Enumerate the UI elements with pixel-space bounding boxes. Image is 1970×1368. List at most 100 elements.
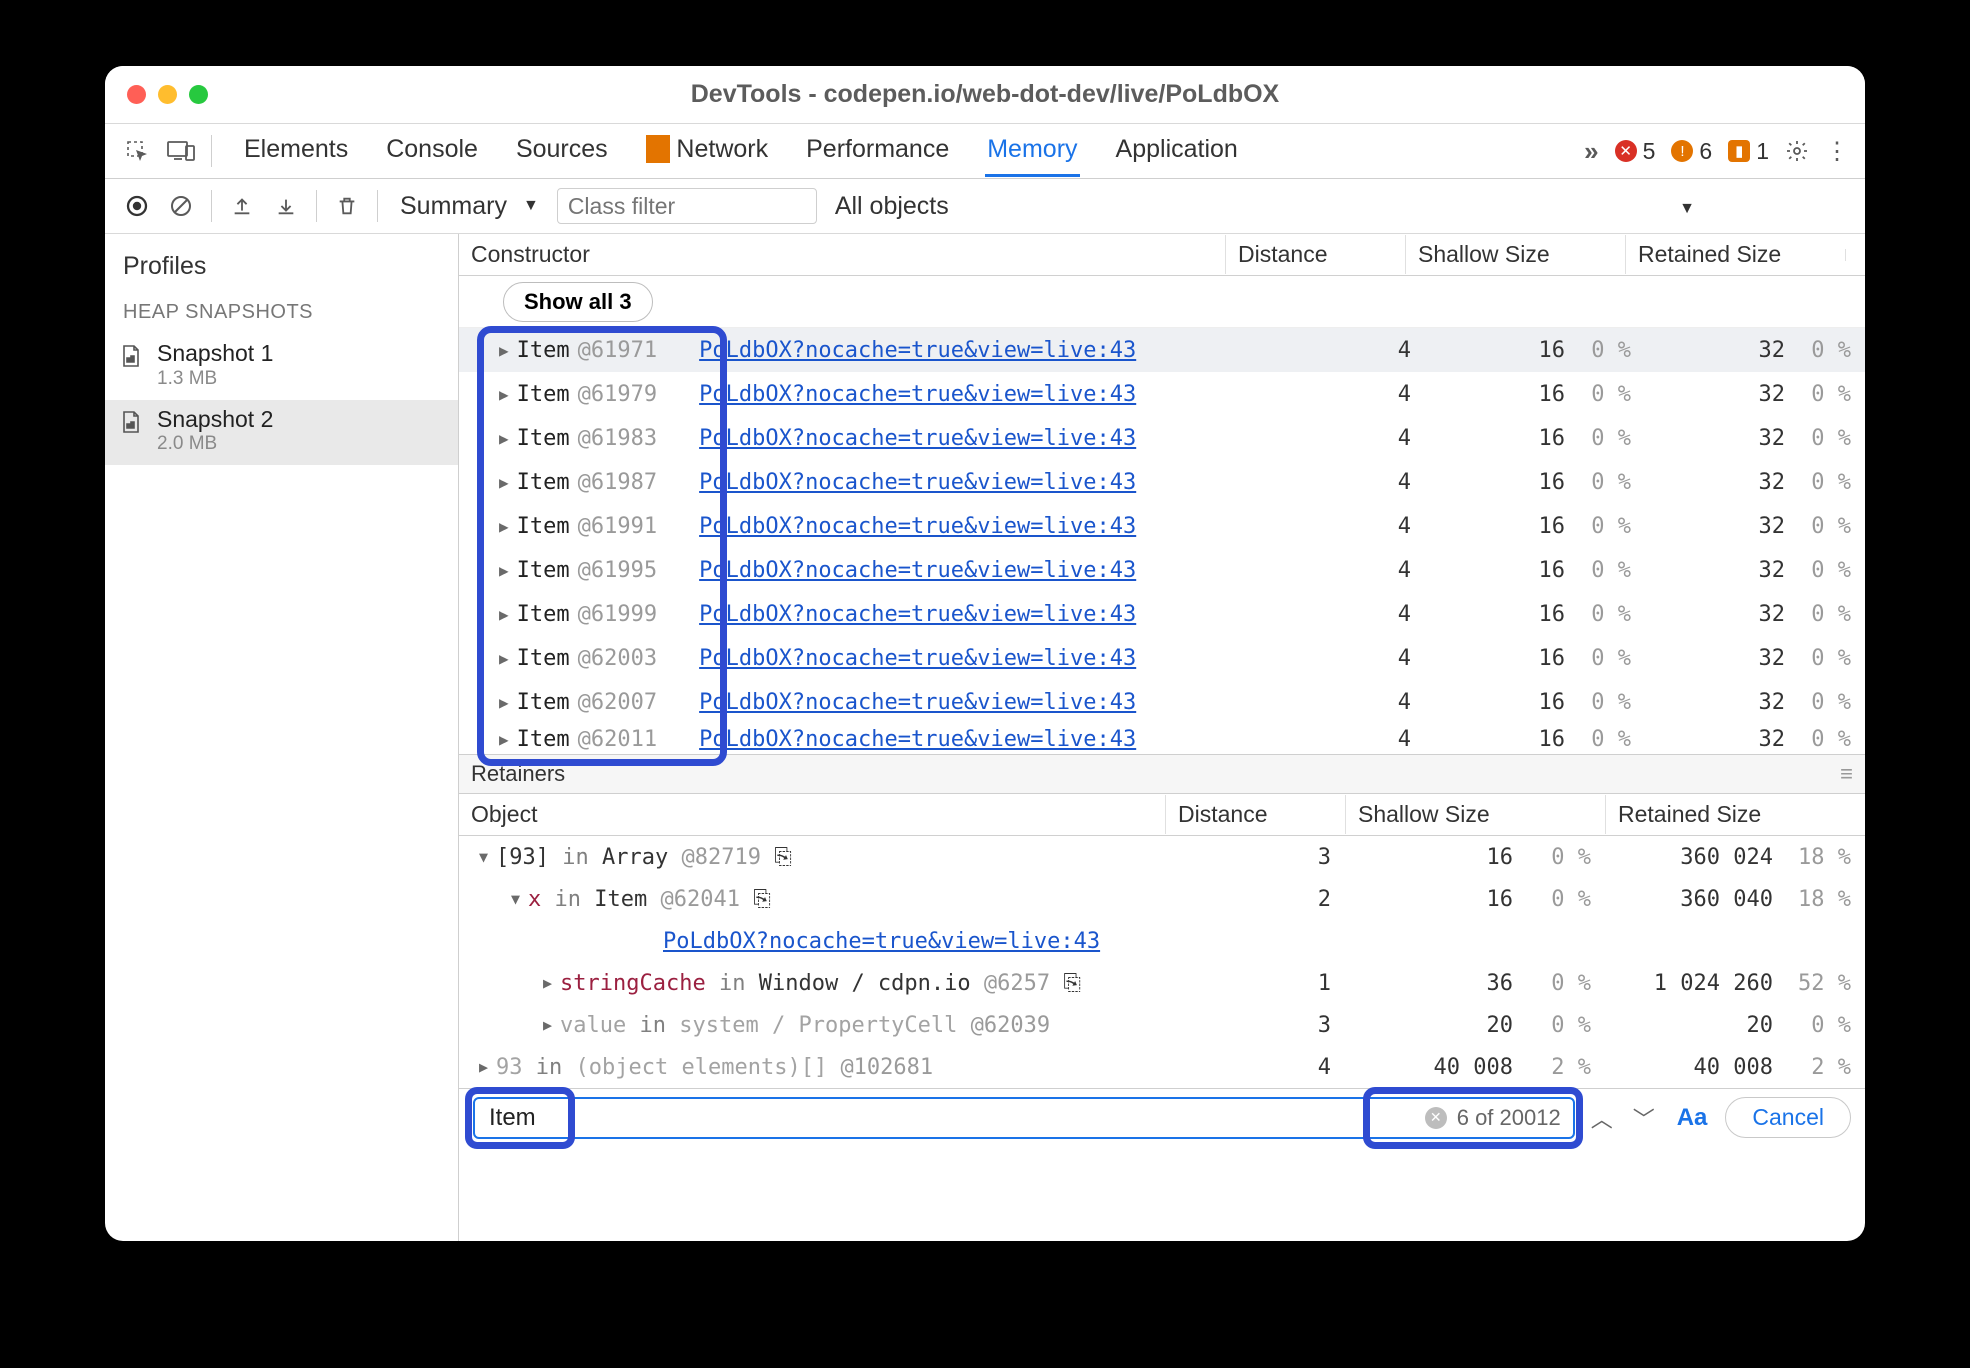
retainer-text: 93 in (object elements)[] @102681 (496, 1055, 933, 1080)
expand-icon[interactable]: ▼ (479, 848, 488, 866)
snapshot-item[interactable]: Snapshot 1 1.3 MB (105, 334, 458, 400)
ret-retained: 1 024 26052 % (1605, 971, 1865, 996)
source-link[interactable]: PoLdbOX?nocache=true&view=live:43 (699, 558, 1136, 583)
window-controls (127, 85, 208, 104)
ret-distance: 3 (1165, 1013, 1345, 1038)
download-icon[interactable] (264, 186, 308, 226)
device-toggle-icon[interactable] (159, 131, 203, 171)
snapshot-size: 2.0 MB (157, 433, 273, 455)
show-all-button[interactable]: Show all 3 (503, 282, 653, 322)
minimize-window-button[interactable] (158, 85, 177, 104)
row-retained: 320 % (1645, 338, 1865, 363)
search-next-icon[interactable]: ﹀ (1629, 1100, 1659, 1136)
more-tabs-icon[interactable]: » (1584, 136, 1598, 167)
retainer-text: value in system / PropertyCell @62039 (560, 1013, 1050, 1038)
issues-count[interactable]: ▮1 (1728, 138, 1769, 165)
tab-network[interactable]: ▲Network (644, 125, 770, 177)
search-input[interactable] (473, 1097, 1575, 1139)
row-retained: 320 % (1645, 690, 1865, 715)
snapshot-name: Snapshot 2 (157, 406, 273, 434)
expand-icon[interactable]: ▶ (543, 974, 552, 992)
more-icon[interactable]: ⋮ (1825, 137, 1849, 166)
ret-shallow: 40 0082 % (1345, 1055, 1605, 1080)
all-objects-dropdown[interactable]: All objects (835, 192, 949, 221)
delete-icon[interactable] (325, 186, 369, 226)
source-link[interactable]: PoLdbOX?nocache=true&view=live:43 (699, 514, 1136, 539)
source-link[interactable]: PoLdbOX?nocache=true&view=live:43 (699, 690, 1136, 715)
inspect-icon[interactable] (115, 131, 159, 171)
tab-console[interactable]: Console (384, 125, 480, 177)
clear-search-icon[interactable]: ✕ (1425, 1107, 1447, 1129)
warning-count[interactable]: !6 (1671, 138, 1712, 165)
ret-retained: 360 02418 % (1605, 845, 1865, 870)
snapshot-size: 1.3 MB (157, 368, 273, 390)
row-shallow: 160 % (1425, 727, 1645, 752)
ret-retained: 200 % (1605, 1013, 1865, 1038)
ret-shallow: 160 % (1345, 887, 1605, 912)
row-shallow: 160 % (1425, 646, 1645, 671)
tab-elements[interactable]: Elements (242, 125, 350, 177)
source-link[interactable]: PoLdbOX?nocache=true&view=live:43 (699, 338, 1136, 363)
show-all-row: Show all 3 (459, 276, 1865, 328)
summary-dropdown[interactable]: Summary▼ (396, 192, 539, 221)
tab-performance[interactable]: Performance (804, 125, 951, 177)
record-icon[interactable] (115, 186, 159, 226)
retainers-menu-icon[interactable]: ≡ (1840, 761, 1853, 787)
expand-icon[interactable]: ▶ (543, 1016, 552, 1034)
row-shallow: 160 % (1425, 338, 1645, 363)
clear-icon[interactable] (159, 186, 203, 226)
source-link[interactable]: PoLdbOX?nocache=true&view=live:43 (699, 602, 1136, 627)
retainer-row[interactable]: ▶ stringCache in Window / cdpn.io @6257 … (459, 962, 1865, 1004)
class-filter-input[interactable] (557, 188, 817, 224)
col-object[interactable]: Object (459, 795, 1165, 834)
row-retained: 320 % (1645, 382, 1865, 407)
error-count[interactable]: ✕5 (1615, 138, 1656, 165)
source-link[interactable]: PoLdbOX?nocache=true&view=live:43 (699, 470, 1136, 495)
expand-icon[interactable]: ▶ (479, 1058, 488, 1076)
ret-retained: 40 0082 % (1605, 1055, 1865, 1080)
source-link[interactable]: PoLdbOX?nocache=true&view=live:43 (699, 382, 1136, 407)
snapshot-icon (119, 406, 143, 434)
match-case-toggle[interactable]: Aa (1671, 1104, 1714, 1132)
row-shallow: 160 % (1425, 690, 1645, 715)
search-prev-icon[interactable]: ︿ (1587, 1100, 1617, 1136)
col-rdist[interactable]: Distance (1165, 795, 1345, 834)
constructor-columns: Constructor Distance Shallow Size Retain… (459, 234, 1865, 276)
retainer-row[interactable]: ▶ 93 in (object elements)[] @102681 4 40… (459, 1046, 1865, 1088)
tab-sources[interactable]: Sources (514, 125, 610, 177)
all-objects-chevron-icon[interactable]: ▼ (1679, 200, 1695, 217)
expand-icon[interactable]: ▼ (511, 890, 520, 908)
ret-shallow: 160 % (1345, 845, 1605, 870)
tab-application[interactable]: Application (1114, 125, 1240, 177)
col-retained[interactable]: Retained Size (1625, 235, 1845, 274)
col-distance[interactable]: Distance (1225, 235, 1405, 274)
tab-memory[interactable]: Memory (985, 125, 1079, 177)
row-distance: 4 (1245, 382, 1425, 407)
profiles-title: Profiles (105, 234, 458, 295)
retainer-row[interactable]: ▶ value in system / PropertyCell @62039 … (459, 1004, 1865, 1046)
col-constructor[interactable]: Constructor (459, 235, 1225, 274)
col-rshallow[interactable]: Shallow Size (1345, 795, 1605, 834)
source-link[interactable]: PoLdbOX?nocache=true&view=live:43 (699, 646, 1136, 671)
settings-icon[interactable] (1785, 139, 1809, 163)
upload-icon[interactable] (220, 186, 264, 226)
retainer-row[interactable]: PoLdbOX?nocache=true&view=live:43 (459, 920, 1865, 962)
search-cancel-button[interactable]: Cancel (1725, 1097, 1851, 1138)
row-retained: 320 % (1645, 727, 1865, 752)
retainer-row[interactable]: ▼ x in Item @62041 ⎘ 2 160 % 360 04018 % (459, 878, 1865, 920)
ret-distance: 2 (1165, 887, 1345, 912)
snapshot-item[interactable]: Snapshot 2 2.0 MB (105, 400, 458, 466)
col-shallow[interactable]: Shallow Size (1405, 235, 1625, 274)
source-link[interactable]: PoLdbOX?nocache=true&view=live:43 (699, 426, 1136, 451)
row-shallow: 160 % (1425, 470, 1645, 495)
row-shallow: 160 % (1425, 602, 1645, 627)
row-retained: 320 % (1645, 426, 1865, 451)
close-window-button[interactable] (127, 85, 146, 104)
source-link[interactable]: PoLdbOX?nocache=true&view=live:43 (699, 727, 1136, 752)
col-rret[interactable]: Retained Size (1605, 795, 1865, 834)
row-distance: 4 (1245, 727, 1425, 752)
zoom-window-button[interactable] (189, 85, 208, 104)
row-retained: 320 % (1645, 602, 1865, 627)
retainer-source-link[interactable]: PoLdbOX?nocache=true&view=live:43 (663, 929, 1100, 954)
retainer-row[interactable]: ▼ [93] in Array @82719 ⎘ 3 160 % 360 024… (459, 836, 1865, 878)
